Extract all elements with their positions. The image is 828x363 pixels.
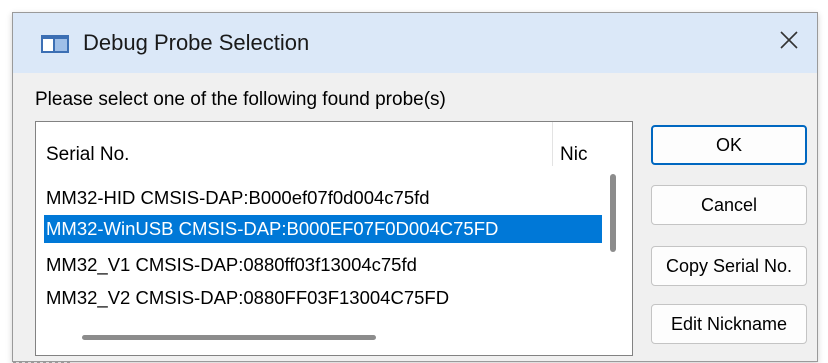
edit-nickname-button[interactable]: Edit Nickname <box>651 304 807 344</box>
column-header-serial-label: Serial No. <box>46 144 130 165</box>
prompt-label: Please select one of the following found… <box>35 89 446 110</box>
app-window-icon <box>41 35 69 53</box>
close-icon <box>780 31 798 49</box>
list-item[interactable]: MM32_V2 CMSIS-DAP:0880FF03F13004C75FD <box>44 284 602 312</box>
copy-serial-button[interactable]: Copy Serial No. <box>651 246 807 286</box>
background <box>0 0 828 12</box>
horizontal-scrollbar-thumb[interactable] <box>82 335 376 340</box>
column-header-nickname[interactable]: Nic <box>554 122 632 166</box>
list-item-serial: MM32_V1 CMSIS-DAP:0880ff03f13004c75fd <box>46 254 417 275</box>
column-header-serial[interactable]: Serial No. <box>36 122 553 166</box>
vertical-scrollbar-thumb[interactable] <box>610 174 616 252</box>
list-item-serial: MM32-WinUSB CMSIS-DAP:B000EF07F0D004C75F… <box>46 218 499 239</box>
ok-button[interactable]: OK <box>651 125 807 165</box>
list-header: Serial No. Nic <box>36 122 632 166</box>
window-title: Debug Probe Selection <box>83 30 310 55</box>
title-bar[interactable]: Debug Probe Selection <box>13 13 817 73</box>
cancel-button[interactable]: Cancel <box>651 185 807 225</box>
list-item-serial: MM32-HID CMSIS-DAP:B000ef07f0d004c75fd <box>46 187 430 208</box>
list-item[interactable]: MM32-HID CMSIS-DAP:B000ef07f0d004c75fd <box>44 184 602 212</box>
probe-list[interactable]: Serial No. Nic MM32-HID CMSIS-DAP:B000ef… <box>35 121 633 356</box>
debug-probe-selection-dialog: Debug Probe Selection Please select one … <box>12 12 818 363</box>
list-item-selected[interactable]: MM32-WinUSB CMSIS-DAP:B000EF07F0D004C75F… <box>44 215 602 243</box>
column-header-nickname-label: Nic <box>560 144 588 165</box>
list-item[interactable]: MM32_V1 CMSIS-DAP:0880ff03f13004c75fd <box>44 251 602 279</box>
list-item-serial: MM32_V2 CMSIS-DAP:0880FF03F13004C75FD <box>46 287 450 308</box>
close-button[interactable] <box>761 13 817 67</box>
